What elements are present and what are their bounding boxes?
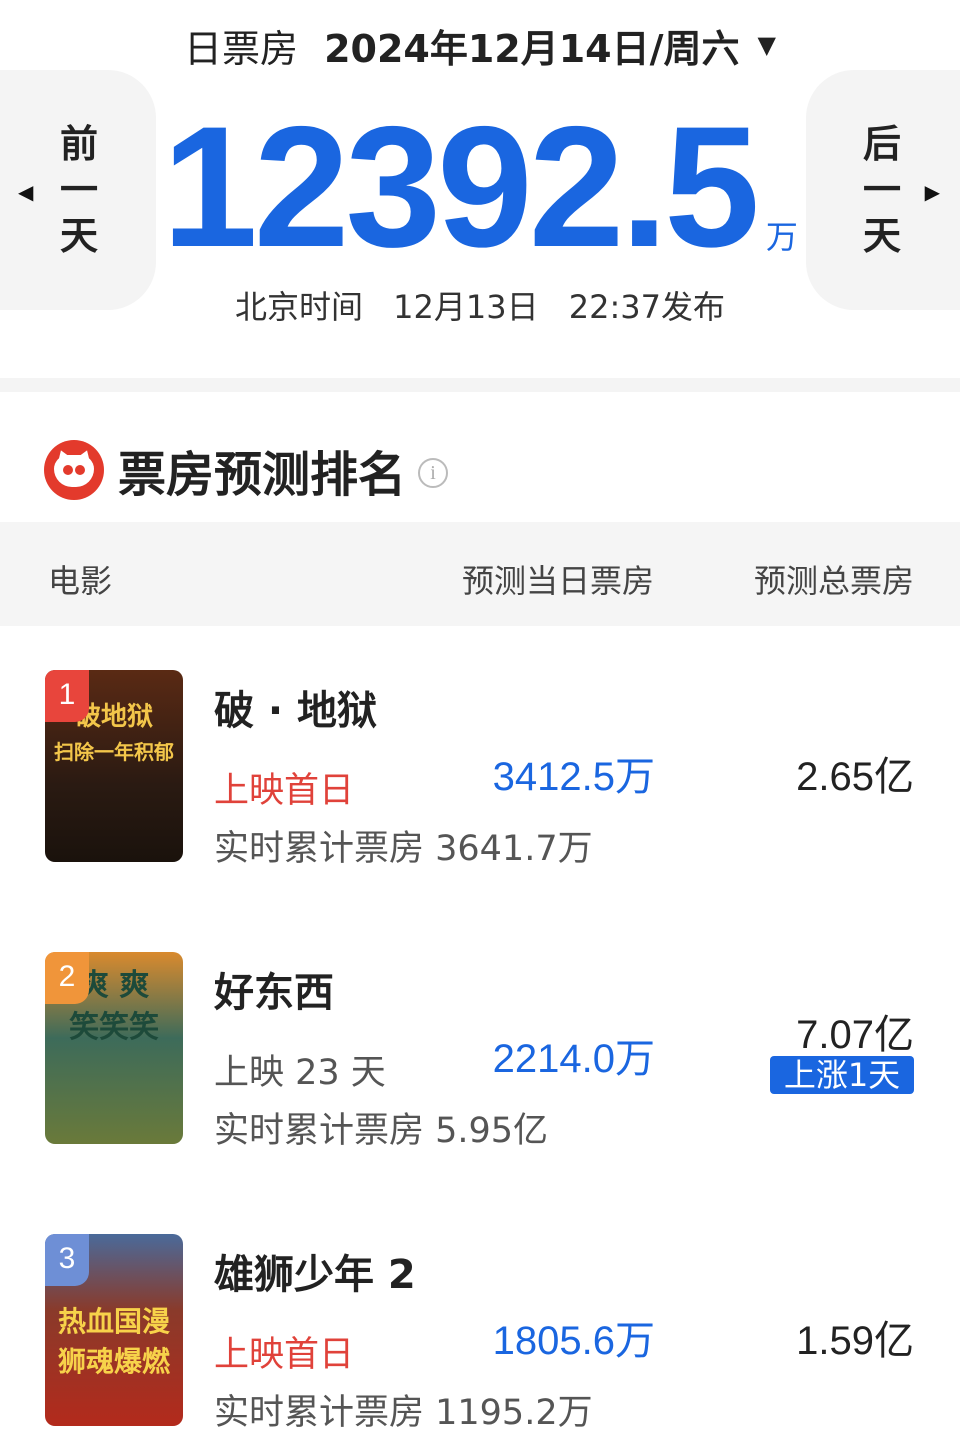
total-forecast-value: 7.07亿 [796,1013,914,1057]
release-status: 上映 23 天 [214,1053,386,1093]
total-forecast-value: 1.59亿 [796,1319,914,1363]
release-status: 上映首日 [214,771,355,811]
col-movie: 电影 [48,562,113,600]
cumulative-box-office: 实时累计票房 1195.2万 [214,1393,593,1433]
movie-title: 雄狮少年 2 [214,1252,416,1298]
release-status: 上映首日 [214,1335,355,1375]
today-forecast-value: 1805.6万 [492,1319,655,1363]
publish-zone: 北京时间 [234,288,363,326]
movie-poster[interactable]: 热血国漫 狮魂爆燃 3 [45,1234,183,1426]
publish-date: 12月13日 [393,288,539,326]
poster-text: 扫除一年积郁 [54,740,174,764]
rank-badge: 3 [45,1234,89,1286]
movie-row-1[interactable]: 破地狱 扫除一年积郁 1 破 · 地狱 上映首日 实时累计票房 3641.7万 … [0,670,960,869]
cumulative-box-office: 实时累计票房 3641.7万 [214,829,593,869]
caret-down-icon: ▼ [757,31,776,59]
table-header: 电影 预测当日票房 预测总票房 [0,522,960,626]
daily-total: 12392.5 万 [0,91,960,283]
poster-text: 热血国漫 [57,1305,170,1338]
today-forecast-value: 3412.5万 [492,755,655,799]
trend-badge: 上涨1天 [770,1056,914,1094]
publish-time-value: 22:37发布 [568,288,726,326]
date-selector[interactable]: 日票房 2024年12月14日/周六 ▼ [0,18,960,72]
poster-text: 笑笑笑 [69,1010,159,1045]
rank-badge: 1 [45,670,89,722]
date-value: 2024年12月14日/周六 [324,26,740,71]
total-box-office-value: 12392.5 [162,91,760,283]
movie-poster[interactable]: 破地狱 扫除一年积郁 1 [45,670,183,862]
movie-title: 好东西 [214,970,334,1016]
cumulative-box-office: 实时累计票房 5.95亿 [214,1111,549,1151]
maoyan-cat-logo [44,440,104,500]
col-today-forecast[interactable]: 预测当日票房 [462,556,654,602]
poster-text: 狮魂爆燃 [57,1345,170,1378]
movie-poster[interactable]: 爽 爽 笑笑笑 2 [45,952,183,1144]
col-total-forecast[interactable]: 预测总票房 [754,556,914,602]
total-forecast-value: 2.65亿 [796,755,914,799]
total-unit: 万 [765,218,798,256]
section-title: 票房预测排名 [118,447,407,503]
date-type-label: 日票房 [184,26,299,71]
rank-badge: 2 [45,952,89,1004]
today-forecast-value: 2214.0万 [492,1037,655,1081]
publish-time: 北京时间 12月13日 22:37发布 [0,282,960,328]
movie-title: 破 · 地狱 [214,688,378,734]
section-header: 票房预测排名 i [44,438,449,503]
movie-row-3[interactable]: 热血国漫 狮魂爆燃 3 雄狮少年 2 上映首日 实时累计票房 1195.2万 1… [0,1234,960,1433]
section-divider [0,378,960,392]
info-icon[interactable]: i [418,458,449,488]
movie-row-2[interactable]: 爽 爽 笑笑笑 2 好东西 上映 23 天 实时累计票房 5.95亿 2214.… [0,952,960,1151]
